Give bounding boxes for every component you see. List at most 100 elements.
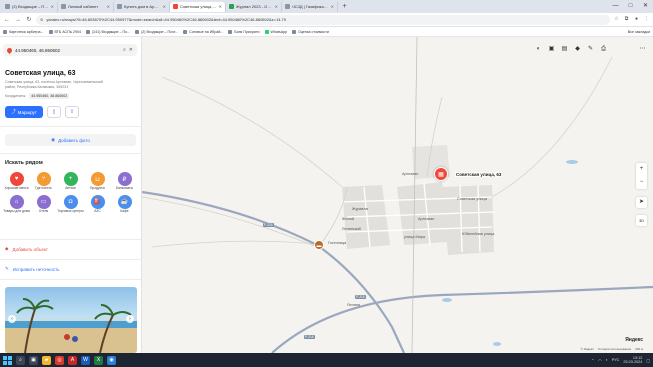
start-button[interactable] — [3, 355, 12, 365]
category-atm[interactable]: ₽ Банкоматы — [111, 172, 138, 191]
bookmark-item[interactable]: Сотовые на Ибрай... — [183, 29, 223, 34]
browser-tab[interactable]: (2) Входящие – Почта Mail✕ — [2, 1, 58, 12]
category-fuel[interactable]: ⛽ АЗС — [84, 194, 111, 214]
menu-icon[interactable]: ⋮ — [643, 16, 650, 23]
coordinates-value[interactable]: 44.950460, 46.860602 — [29, 93, 70, 99]
map-footer: © Яндекс Условия использования 200 м — [580, 347, 643, 351]
chrome-icon[interactable]: ◎ — [55, 355, 64, 365]
add-object-link[interactable]: ◆ Добавить объект — [5, 246, 48, 252]
new-tab-button[interactable]: + — [340, 2, 349, 11]
traffic-icon[interactable]: ◆ — [573, 45, 582, 54]
category-food[interactable]: ⑂ Где поесть — [30, 172, 57, 191]
browser-tab[interactable]: Купить дом в Армавире✕ — [114, 1, 170, 12]
task-view-icon[interactable]: ▣ — [29, 355, 38, 365]
photo-prev-button[interactable]: ‹ — [8, 315, 16, 323]
map-canvas[interactable]: Р-216 Р-216 Р-216 Артезиан Артезиан Жура… — [142, 37, 653, 353]
file-explorer-icon[interactable]: ▰ — [42, 355, 51, 365]
gallery-icon[interactable]: ▣ — [547, 45, 556, 54]
map-label: Жилой — [342, 217, 355, 221]
browser-tab-strip: (2) Входящие – Почта Mail✕ Личный кабине… — [0, 0, 653, 13]
bookmark-item[interactable]: (2) Входящие – Почт... — [135, 29, 178, 34]
view-3d-button[interactable]: 3D — [636, 215, 647, 226]
close-tab-icon[interactable]: ✕ — [163, 4, 166, 9]
fix-error-link[interactable]: ✎ Исправить неточность — [5, 266, 60, 272]
star-icon[interactable]: ☆ — [613, 16, 620, 23]
bookmark-icon — [48, 29, 53, 34]
category-home-goods[interactable]: ⌂ Товары для дома — [3, 194, 30, 214]
browser-tab[interactable]: Журнал 2023 - Google Табл.✕ — [226, 1, 282, 12]
excel-icon[interactable]: X — [94, 355, 103, 365]
site-info-icon[interactable]: ⊜ — [40, 17, 43, 22]
close-tab-icon[interactable]: ✕ — [219, 4, 222, 9]
bookmark-item[interactable]: (241) Входящие – По... — [86, 29, 130, 34]
hotel-marker[interactable]: ▬ — [314, 240, 324, 250]
photo-next-button[interactable]: › — [126, 315, 134, 323]
more-icon[interactable]: ⋯ — [638, 45, 647, 54]
map-label: Советская улица — [457, 197, 487, 201]
back-icon[interactable]: ← — [3, 17, 11, 23]
target-place-marker[interactable]: ▦ — [434, 167, 448, 181]
search-icon[interactable]: ⌕ — [123, 47, 126, 53]
notifications-icon[interactable]: ▢ — [646, 358, 650, 363]
map-top-controls: ◐ ▣ ▤ ◆ ✎ ⎙ — [534, 45, 608, 54]
browser-tab-active[interactable]: Советская улица, 63 — Яндекс✕ — [170, 1, 226, 12]
volume-icon[interactable]: ◖ — [605, 358, 607, 362]
yandex-logo: Яндекс — [625, 337, 643, 343]
close-window-button[interactable]: ✕ — [638, 0, 653, 13]
category-cafe[interactable]: ☕ Кафе — [111, 194, 138, 214]
bookmark-item[interactable]: Оценка стоимости — [292, 29, 329, 34]
layers-icon[interactable]: ◐ — [534, 45, 543, 54]
bookmark-item[interactable]: Банк Приорити — [228, 29, 260, 34]
pdf-reader-icon[interactable]: A — [68, 355, 77, 365]
language-indicator[interactable]: РУС — [612, 358, 620, 362]
close-tab-icon[interactable]: ✕ — [331, 4, 334, 9]
building-icon: ▦ — [438, 171, 444, 178]
place-photo[interactable]: ‹ › — [5, 287, 137, 353]
place-coordinates: Координаты: 44.950460, 46.860602 — [5, 93, 70, 99]
category-pharmacy[interactable]: + Аптеки — [57, 172, 84, 191]
fuel-icon: ⛽ — [90, 194, 105, 209]
target-place-label[interactable]: Советская улица, 63 — [455, 172, 503, 177]
word-icon[interactable]: W — [81, 355, 90, 365]
close-icon[interactable]: ✕ — [129, 47, 133, 53]
category-good-places[interactable]: ♥ Хорошие места — [3, 172, 30, 191]
profile-icon[interactable]: ● — [633, 16, 640, 23]
route-button[interactable]: ⤴ Маршрут — [5, 106, 43, 118]
share-button[interactable]: ⇪ — [65, 106, 79, 118]
messenger-icon[interactable]: ◉ — [107, 355, 116, 365]
clock[interactable]: 13:12 25.03.2024 — [623, 356, 642, 365]
category-hotels[interactable]: ▭ Отели — [30, 194, 57, 214]
bookmark-icon — [292, 29, 297, 34]
minimize-button[interactable]: — — [608, 0, 623, 13]
forward-icon[interactable]: → — [14, 17, 22, 23]
close-tab-icon[interactable]: ✕ — [51, 4, 54, 9]
add-photo-button[interactable]: ◉ Добавить фото — [5, 134, 136, 146]
bookmarks-bar: Картотека арбитра... ВТБ АСПЬ 2904 (241)… — [0, 27, 653, 37]
close-tab-icon[interactable]: ✕ — [275, 4, 278, 9]
search-input[interactable]: 44.950460, 46.860602 ⌕ ✕ — [3, 44, 137, 56]
chevron-up-icon[interactable]: ⌃ — [591, 358, 594, 363]
terms-link[interactable]: Условия использования — [598, 347, 631, 351]
bookmark-button[interactable]: ▯ — [47, 106, 61, 118]
print-icon[interactable]: ⎙ — [599, 45, 608, 54]
search-icon[interactable]: ⌕ — [16, 355, 25, 365]
bookmark-item[interactable]: ВТБ АСПЬ 2904 — [48, 29, 81, 34]
maximize-button[interactable]: □ — [623, 0, 638, 13]
locate-button[interactable]: ➤ — [636, 197, 647, 208]
bookmark-item[interactable]: Картотека арбитра... — [3, 29, 44, 34]
all-bookmarks[interactable]: Все закладки — [626, 30, 650, 34]
transport-icon[interactable]: ▤ — [560, 45, 569, 54]
url-field[interactable]: ⊜ yandex.ru/maps/?ll=46.603870%2C44.9509… — [36, 14, 610, 25]
browser-tab[interactable]: Личный кабинет ✕ — [58, 1, 114, 12]
ruler-icon[interactable]: ✎ — [586, 45, 595, 54]
category-malls[interactable]: ◘ Торговые центры — [57, 194, 84, 214]
browser-tab[interactable]: ЧСЗД | Газификационный✕ — [282, 1, 338, 12]
extensions-icon[interactable]: ⧉ — [623, 16, 630, 23]
zoom-out-button[interactable]: − — [636, 176, 647, 189]
network-icon[interactable]: ◠ — [598, 358, 601, 363]
bookmark-item[interactable]: WhatsApp — [264, 29, 287, 34]
reload-icon[interactable]: ↻ — [25, 16, 33, 23]
zoom-in-button[interactable]: + — [636, 163, 647, 176]
category-groceries[interactable]: ⊔ Продукты — [84, 172, 111, 191]
close-tab-icon[interactable]: ✕ — [107, 4, 110, 9]
